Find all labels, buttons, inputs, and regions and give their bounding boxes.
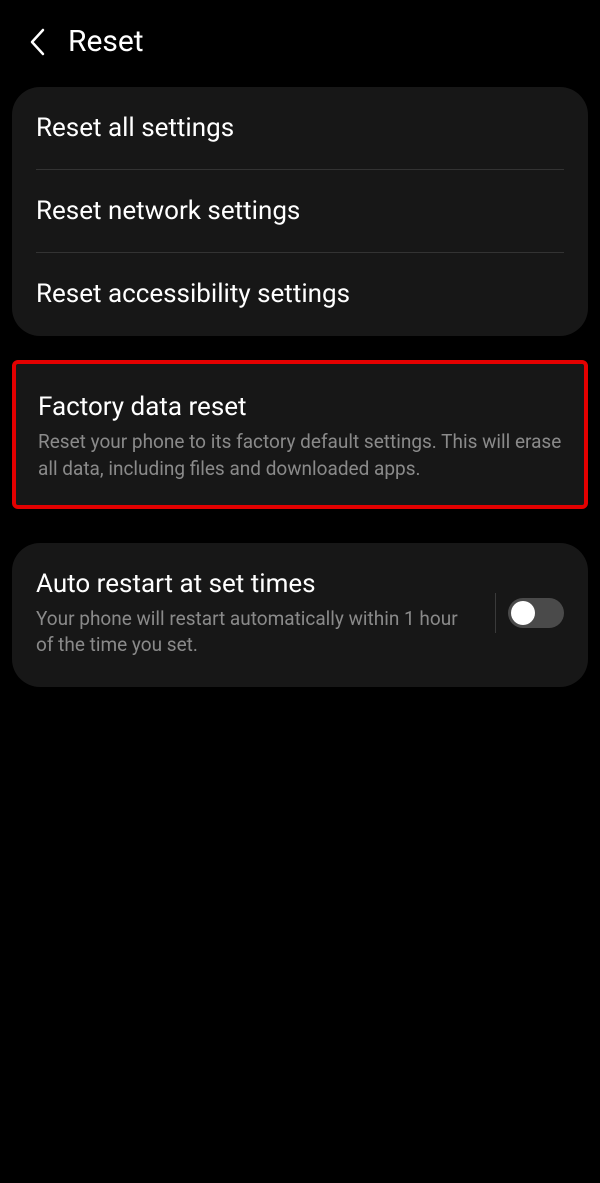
factory-data-reset-card: Factory data reset Reset your phone to i…: [12, 360, 588, 508]
reset-all-settings-item[interactable]: Reset all settings: [12, 87, 588, 170]
page-header: Reset: [0, 0, 600, 87]
page-title: Reset: [68, 24, 144, 59]
auto-restart-text: Auto restart at set times Your phone wil…: [36, 567, 475, 659]
list-item-title: Reset accessibility settings: [36, 277, 564, 312]
auto-restart-item[interactable]: Auto restart at set times Your phone wil…: [12, 543, 588, 687]
reset-options-card: Reset all settings Reset network setting…: [12, 87, 588, 336]
reset-network-settings-item[interactable]: Reset network settings: [12, 170, 588, 253]
reset-accessibility-settings-item[interactable]: Reset accessibility settings: [12, 253, 588, 336]
toggle-knob: [511, 601, 535, 625]
auto-restart-card: Auto restart at set times Your phone wil…: [12, 543, 588, 687]
list-item-subtitle: Reset your phone to its factory default …: [38, 429, 562, 482]
back-icon[interactable]: [28, 27, 46, 57]
toggle-wrap: [495, 593, 564, 633]
list-item-title: Factory data reset: [38, 390, 562, 425]
auto-restart-toggle[interactable]: [508, 598, 564, 628]
toggle-divider: [495, 593, 496, 633]
list-item-subtitle: Your phone will restart automatically wi…: [36, 606, 475, 659]
list-item-title: Reset network settings: [36, 194, 564, 229]
factory-data-reset-item[interactable]: Factory data reset Reset your phone to i…: [16, 364, 584, 504]
list-item-title: Auto restart at set times: [36, 567, 475, 602]
list-item-title: Reset all settings: [36, 111, 564, 146]
